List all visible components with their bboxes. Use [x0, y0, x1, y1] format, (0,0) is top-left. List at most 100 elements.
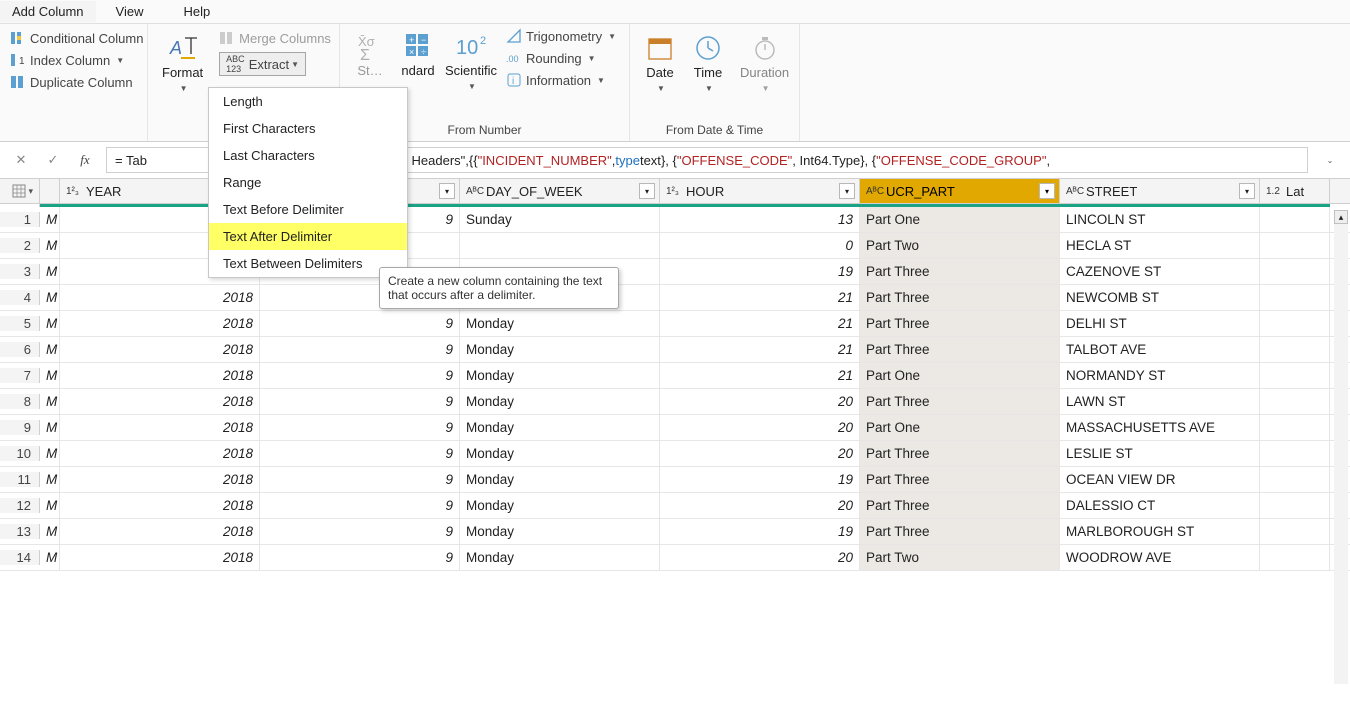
cell[interactable]: CAZENOVE ST [1060, 259, 1260, 284]
cell[interactable]: Monday [460, 441, 660, 466]
cell[interactable]: 21 [660, 285, 860, 310]
cell[interactable] [1260, 389, 1330, 414]
cell[interactable]: DELHI ST [1060, 311, 1260, 336]
cell[interactable]: DALESSIO CT [1060, 493, 1260, 518]
cell[interactable]: 20 [660, 389, 860, 414]
cell[interactable]: 9 [260, 415, 460, 440]
cell[interactable]: Monday [460, 493, 660, 518]
cell[interactable]: Part Three [860, 259, 1060, 284]
cell[interactable]: M [40, 519, 60, 544]
tab-add-column[interactable]: Add Column [0, 1, 96, 22]
cell[interactable] [1260, 415, 1330, 440]
information-button[interactable]: i Information ▼ [502, 70, 620, 90]
table-row[interactable]: 1M9Sunday13Part OneLINCOLN ST [0, 207, 1350, 233]
cell[interactable]: Part Two [860, 233, 1060, 258]
cell[interactable]: LINCOLN ST [1060, 207, 1260, 232]
cell[interactable]: HECLA ST [1060, 233, 1260, 258]
table-row[interactable]: 5M20189Monday21Part ThreeDELHI ST [0, 311, 1350, 337]
cell[interactable]: 20 [660, 493, 860, 518]
rounding-button[interactable]: .00 Rounding ▼ [502, 48, 620, 68]
format-button[interactable]: A Format▼ [154, 28, 211, 95]
cell[interactable]: M [40, 467, 60, 492]
cell[interactable]: OCEAN VIEW DR [1060, 467, 1260, 492]
cell[interactable] [1260, 519, 1330, 544]
cell[interactable] [1260, 441, 1330, 466]
formula-expand-button[interactable]: ⌄ [1318, 149, 1340, 171]
conditional-column-button[interactable]: Conditional Column [6, 28, 147, 48]
cell[interactable]: Monday [460, 363, 660, 388]
formula-cancel-button[interactable]: ✕ [10, 149, 32, 171]
scientific-button[interactable]: 102 Scientific▼ [442, 26, 500, 93]
table-row[interactable]: 10M20189Monday20Part ThreeLESLIE ST [0, 441, 1350, 467]
cell[interactable]: 2018 [60, 519, 260, 544]
cell[interactable]: 2018 [60, 493, 260, 518]
col-header-day[interactable]: AᴮC DAY_OF_WEEK ▾ [460, 179, 660, 203]
cell[interactable]: 2018 [60, 545, 260, 570]
cell[interactable]: 9 [260, 311, 460, 336]
filter-icon[interactable]: ▾ [839, 183, 855, 199]
cell[interactable]: 2018 [60, 337, 260, 362]
cell[interactable]: 20 [660, 415, 860, 440]
statistics-button[interactable]: X̄σΣ St… [346, 26, 394, 78]
cell[interactable]: 9 [260, 337, 460, 362]
time-button[interactable]: Time▼ [684, 28, 732, 95]
table-row[interactable]: 9M20189Monday20Part OneMASSACHUSETTS AVE [0, 415, 1350, 441]
table-row[interactable]: 4M20189Monday21Part ThreeNEWCOMB ST [0, 285, 1350, 311]
cell[interactable]: Part Three [860, 467, 1060, 492]
cell[interactable]: M [40, 441, 60, 466]
cell[interactable]: M [40, 285, 60, 310]
filter-icon[interactable]: ▾ [439, 183, 455, 199]
cell[interactable]: Part Three [860, 493, 1060, 518]
duplicate-column-button[interactable]: Duplicate Column [6, 72, 147, 92]
cell[interactable]: Monday [460, 467, 660, 492]
tab-help[interactable]: Help [164, 1, 231, 22]
extract-length[interactable]: Length [209, 88, 407, 115]
cell[interactable]: Part Three [860, 389, 1060, 414]
table-row[interactable]: 2M0Part TwoHECLA ST [0, 233, 1350, 259]
col-header-ucr[interactable]: AᴮC UCR_PART ▾ [860, 179, 1060, 203]
duration-button[interactable]: Duration▼ [732, 28, 797, 95]
cell[interactable]: 9 [260, 545, 460, 570]
index-column-button[interactable]: 1 Index Column ▼ [6, 50, 147, 70]
cell[interactable] [460, 233, 660, 258]
table-row[interactable]: 14M20189Monday20Part TwoWOODROW AVE [0, 545, 1350, 571]
extract-first-chars[interactable]: First Characters [209, 115, 407, 142]
cell[interactable] [1260, 233, 1330, 258]
cell[interactable] [1260, 285, 1330, 310]
table-row[interactable]: 13M20189Monday19Part ThreeMARLBOROUGH ST [0, 519, 1350, 545]
cell[interactable]: 2018 [60, 311, 260, 336]
col-header-street[interactable]: AᴮC STREET ▾ [1060, 179, 1260, 203]
cell[interactable]: 21 [660, 311, 860, 336]
cell[interactable] [1260, 363, 1330, 388]
vertical-scrollbar[interactable]: ▴ [1334, 210, 1348, 710]
table-row[interactable]: 12M20189Monday20Part ThreeDALESSIO CT [0, 493, 1350, 519]
cell[interactable]: 2018 [60, 415, 260, 440]
date-button[interactable]: Date▼ [636, 28, 684, 95]
cell[interactable]: 20 [660, 545, 860, 570]
cell[interactable]: TALBOT AVE [1060, 337, 1260, 362]
cell[interactable]: 9 [260, 389, 460, 414]
formula-commit-button[interactable]: ✓ [42, 149, 64, 171]
col-header-hour[interactable]: 1²₃ HOUR ▾ [660, 179, 860, 203]
cell[interactable] [1260, 467, 1330, 492]
cell[interactable]: M [40, 233, 60, 258]
cell[interactable] [1260, 207, 1330, 232]
table-row[interactable]: 11M20189Monday19Part ThreeOCEAN VIEW DR [0, 467, 1350, 493]
cell[interactable]: NORMANDY ST [1060, 363, 1260, 388]
cell[interactable] [1260, 545, 1330, 570]
cell[interactable]: 21 [660, 337, 860, 362]
cell[interactable] [1260, 493, 1330, 518]
scroll-up-button[interactable]: ▴ [1334, 210, 1348, 224]
cell[interactable]: Part Three [860, 337, 1060, 362]
cell[interactable]: WOODROW AVE [1060, 545, 1260, 570]
cell[interactable]: NEWCOMB ST [1060, 285, 1260, 310]
cell[interactable]: Monday [460, 415, 660, 440]
cell[interactable]: M [40, 415, 60, 440]
filter-icon[interactable]: ▾ [639, 183, 655, 199]
cell[interactable]: Part Three [860, 285, 1060, 310]
cell[interactable]: Monday [460, 519, 660, 544]
cell[interactable]: Sunday [460, 207, 660, 232]
cell[interactable]: 19 [660, 467, 860, 492]
extract-after-delim[interactable]: Text After Delimiter [209, 223, 407, 250]
cell[interactable]: MARLBOROUGH ST [1060, 519, 1260, 544]
